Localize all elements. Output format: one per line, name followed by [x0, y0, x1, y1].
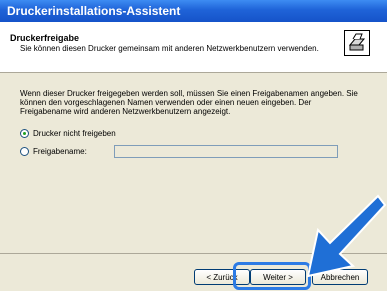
share-description: Wenn dieser Drucker freigegeben werden s…: [20, 89, 358, 116]
page-title: Druckerfreigabe: [10, 33, 80, 43]
title-bar: Druckerinstallations-Assistent: [0, 0, 387, 22]
option-share-name-label: Freigabename:: [33, 147, 87, 156]
printer-share-icon: [344, 30, 370, 56]
option-do-not-share-label: Drucker nicht freigeben: [33, 129, 116, 138]
option-do-not-share[interactable]: Drucker nicht freigeben: [20, 129, 116, 138]
wizard-header: Druckerfreigabe Sie können diesen Drucke…: [0, 22, 387, 73]
page-subtitle: Sie können diesen Drucker gemeinsam mit …: [20, 44, 319, 53]
window-title: Druckerinstallations-Assistent: [7, 4, 181, 18]
pointer-arrow-icon: [306, 194, 387, 278]
share-name-field[interactable]: [114, 145, 338, 158]
radio-share-name[interactable]: [20, 147, 29, 156]
radio-do-not-share[interactable]: [20, 129, 29, 138]
printer-install-wizard-window: Druckerinstallations-Assistent Druckerfr…: [0, 0, 387, 291]
option-share-name[interactable]: Freigabename:: [20, 147, 87, 156]
